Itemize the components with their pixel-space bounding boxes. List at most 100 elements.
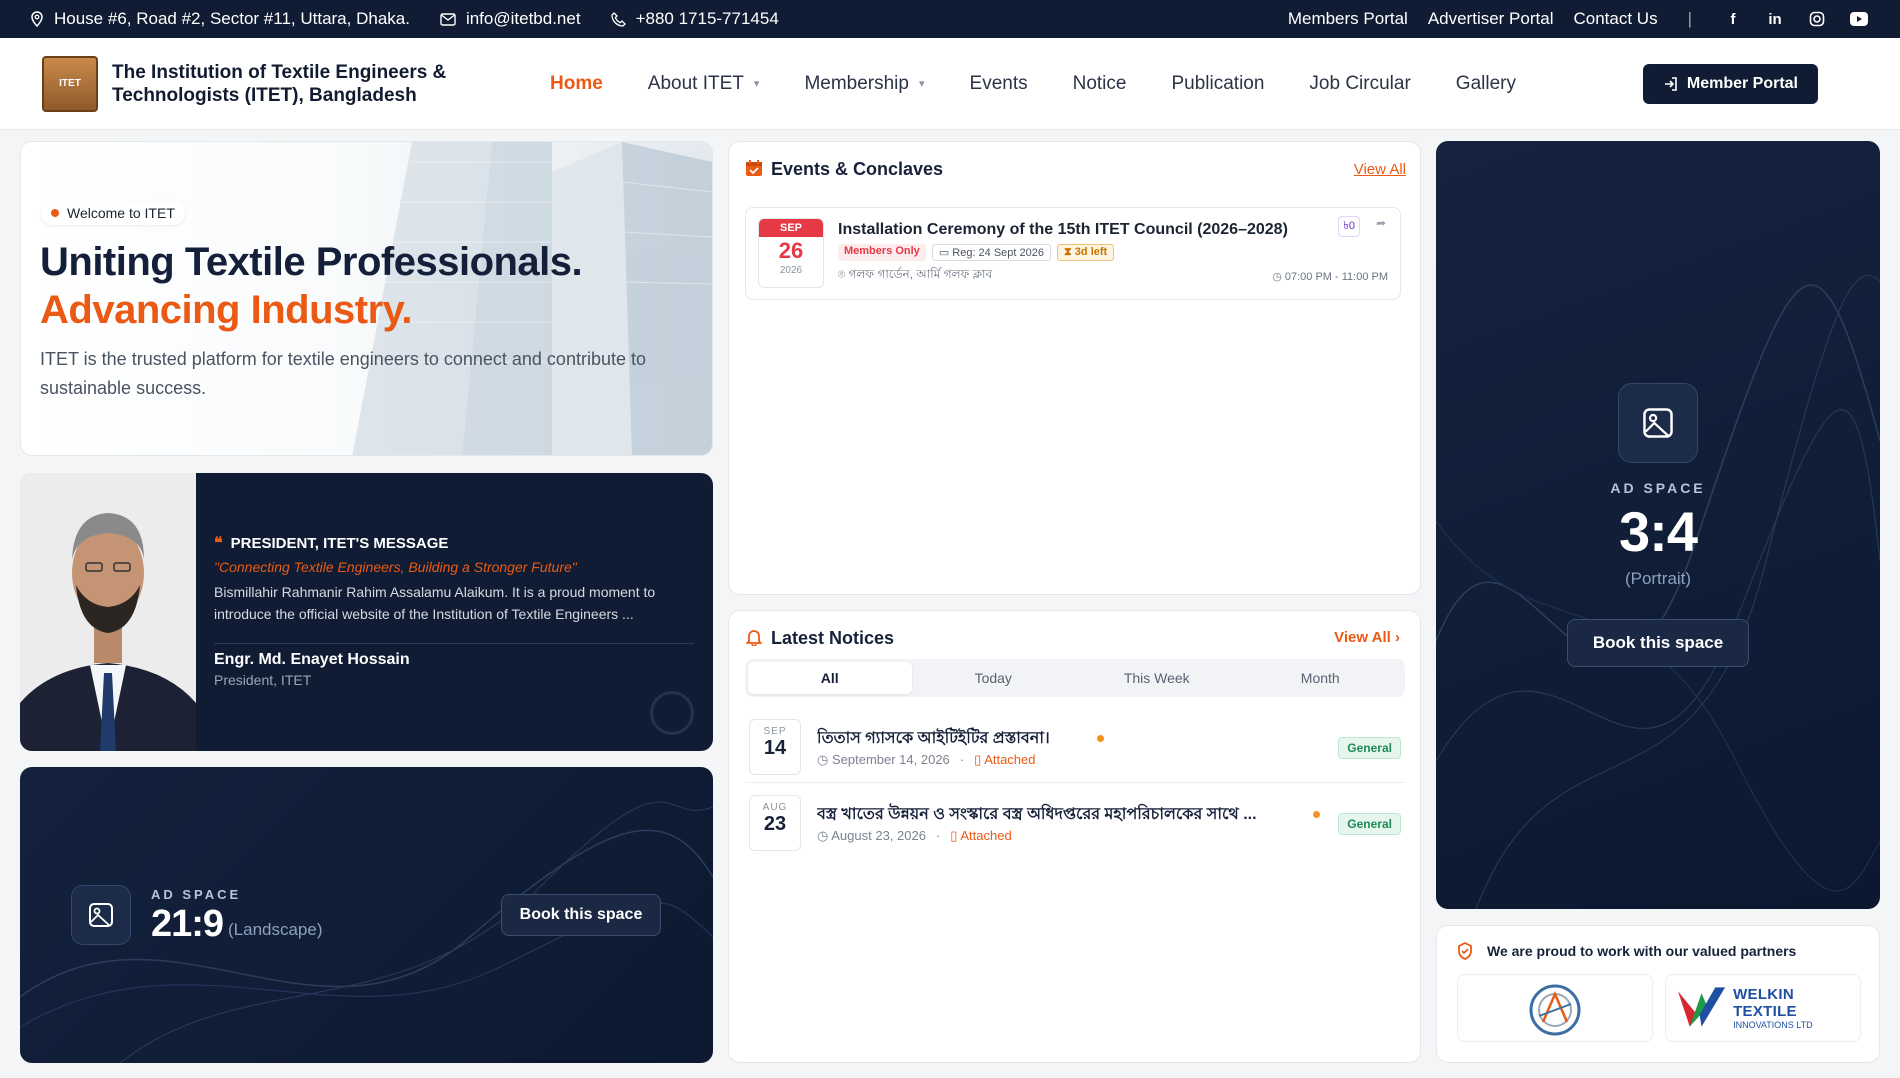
notice-title[interactable]: তিতাস গ্যাসকে আইটিইটির প্রস্তাবনা।	[817, 725, 1050, 752]
registration-badge: ▭ Reg: 24 Sept 2026	[931, 244, 1052, 261]
partner-logo-welkin[interactable]: WELKIN TEXTILE INNOVATIONS LTD	[1665, 974, 1861, 1042]
brand-name[interactable]: The Institution of Textile Engineers & T…	[112, 61, 472, 107]
image-icon	[71, 885, 131, 945]
days-left-badge: ⧗ 3d left	[1057, 244, 1115, 261]
phone-text[interactable]: +880 1715-771454	[636, 9, 779, 29]
member-portal-button[interactable]: Member Portal	[1642, 63, 1818, 104]
nav-job-circular[interactable]: Job Circular	[1309, 73, 1410, 95]
tab-today[interactable]: Today	[912, 662, 1076, 694]
itet-logo[interactable]: ITET	[42, 55, 98, 112]
category-badge: General	[1338, 737, 1401, 759]
notice-date-value: August 23, 2026	[831, 828, 926, 843]
ad-ratio: 3:4	[1619, 500, 1698, 563]
ad-space-label: AD SPACE	[1610, 480, 1706, 496]
nav-gallery[interactable]: Gallery	[1456, 73, 1516, 95]
event-year: 2026	[779, 265, 803, 276]
attachment-link[interactable]: ▯ Attached	[974, 752, 1035, 768]
divider	[214, 643, 694, 644]
youtube-icon[interactable]	[1848, 8, 1870, 30]
welcome-pill: Welcome to ITET	[41, 201, 185, 225]
notices-card: Latest Notices View All › All Today This…	[728, 610, 1421, 1063]
book-space-button[interactable]: Book this space	[501, 894, 661, 936]
nav-membership[interactable]: Membership ▾	[804, 73, 924, 95]
ad-orientation: (Portrait)	[1624, 569, 1692, 588]
event-time: ◷ 07:00 PM - 11:00 PM	[1272, 270, 1388, 283]
event-date: SEP 26 2026	[758, 218, 824, 288]
nav-home[interactable]: Home	[550, 73, 603, 95]
members-portal-link[interactable]: Members Portal	[1288, 9, 1408, 29]
hourglass-icon: ⧗	[1064, 246, 1075, 258]
email-text[interactable]: info@itetbd.net	[466, 9, 581, 29]
new-indicator-dot	[1097, 735, 1104, 742]
contact-us-link[interactable]: Contact Us	[1573, 9, 1657, 29]
event-location: ⌾ গলফ গার্ডেন, আর্মি গলফ ক্লাব	[838, 266, 992, 286]
hero-description: ITET is the trusted platform for textile…	[40, 349, 646, 398]
events-view-all-link[interactable]: View All	[1354, 161, 1406, 178]
bell-icon	[745, 628, 763, 646]
facebook-icon[interactable]: f	[1722, 8, 1744, 30]
nav-events[interactable]: Events	[970, 73, 1028, 95]
event-month: SEP	[759, 219, 823, 237]
nav-notice[interactable]: Notice	[1073, 73, 1127, 95]
calendar-icon: ▭	[938, 247, 953, 259]
chevron-right-icon: ›	[1395, 629, 1400, 646]
president-message-text: Bismillahir Rahmanir Rahim Assalamu Alai…	[214, 584, 656, 622]
welkin-name: WELKIN TEXTILE	[1733, 986, 1797, 1020]
nav-about[interactable]: About ITET ▾	[648, 73, 760, 95]
notice-tabs: All Today This Week Month	[745, 659, 1405, 697]
event-title[interactable]: Installation Ceremony of the 15th ITET C…	[838, 221, 1288, 239]
ad-space-portrait: AD SPACE 3:4 (Portrait) Book this space	[1436, 141, 1880, 909]
advertiser-portal-link[interactable]: Advertiser Portal	[1428, 9, 1554, 29]
category-badge: General	[1338, 813, 1401, 835]
notice-month: SEP	[763, 726, 787, 737]
event-item[interactable]: SEP 26 2026 Installation Ceremony of the…	[745, 207, 1401, 300]
notice-month: AUG	[762, 802, 788, 813]
welkin-text: WELKIN TEXTILE INNOVATIONS LTD	[1733, 986, 1860, 1030]
brand-line-1: The Institution of Textile Engineers &	[112, 61, 447, 83]
instagram-icon[interactable]	[1806, 8, 1828, 30]
tab-month[interactable]: Month	[1239, 662, 1403, 694]
brand-line-2: Technologists (ITET), Bangladesh	[112, 84, 417, 106]
new-indicator-dot	[1313, 811, 1320, 818]
event-tags: Members Only ▭ Reg: 24 Sept 2026 ⧗ 3d le…	[838, 244, 1115, 261]
president-photo	[20, 473, 196, 751]
notice-item[interactable]: SEP 14 তিতাস গ্যাসকে আইটিইটির প্রস্তাবনা…	[745, 715, 1405, 779]
clock-icon: ◷	[817, 828, 832, 843]
notice-date: AUG 23	[749, 795, 801, 851]
president-heading-text: PRESIDENT, ITET'S MESSAGE	[230, 534, 449, 552]
registration-text: Reg: 24 Sept 2026	[952, 247, 1045, 259]
partner-logo-1[interactable]	[1457, 974, 1653, 1042]
clock-icon: ◷	[1272, 271, 1285, 283]
events-title: Events & Conclaves	[771, 159, 944, 179]
president-message-card[interactable]: ❝ PRESIDENT, ITET'S MESSAGE "Connecting …	[20, 473, 713, 751]
hero-title-line1: Uniting Textile Professionals.	[40, 240, 583, 284]
notices-view-all-link[interactable]: View All ›	[1334, 629, 1400, 646]
notice-date: SEP 14	[749, 719, 801, 775]
president-quote: "Connecting Textile Engineers, Building …	[214, 559, 577, 575]
file-icon: ▯	[974, 752, 985, 767]
event-time-text: 07:00 PM - 11:00 PM	[1284, 271, 1388, 283]
attachment-link[interactable]: ▯ Attached	[950, 828, 1011, 844]
share-icon[interactable]: ➦	[1376, 216, 1386, 230]
book-space-button[interactable]: Book this space	[1567, 619, 1749, 667]
phone-item[interactable]: +880 1715-771454	[610, 9, 779, 29]
shield-icon	[1457, 942, 1473, 960]
notices-title: Latest Notices	[771, 628, 895, 648]
watermark-icon	[650, 691, 694, 735]
welkin-sub: INNOVATIONS LTD	[1733, 1020, 1813, 1030]
nav-publication[interactable]: Publication	[1171, 73, 1264, 95]
location-icon	[30, 11, 44, 27]
top-contact-bar: House #6, Road #2, Sector #11, Uttara, D…	[0, 0, 1900, 38]
file-icon: ▯	[950, 828, 961, 843]
email-item[interactable]: info@itetbd.net	[440, 9, 581, 29]
linkedin-icon[interactable]: in	[1764, 8, 1786, 30]
meta-separator: ·	[959, 752, 965, 767]
notice-title[interactable]: বস্ত্র খাতের উন্নয়ন ও সংস্কারে বস্ত্র অ…	[817, 801, 1257, 828]
ad-ratio: 21:9	[151, 903, 224, 945]
notice-item[interactable]: AUG 23 বস্ত্র খাতের উন্নয়ন ও সংস্কারে ব…	[745, 791, 1405, 855]
president-role: President, ITET	[214, 672, 312, 688]
tab-all[interactable]: All	[748, 662, 912, 694]
chevron-down-icon: ▾	[753, 78, 760, 90]
ad-orientation: (Landscape)	[228, 920, 323, 939]
tab-this-week[interactable]: This Week	[1075, 662, 1239, 694]
